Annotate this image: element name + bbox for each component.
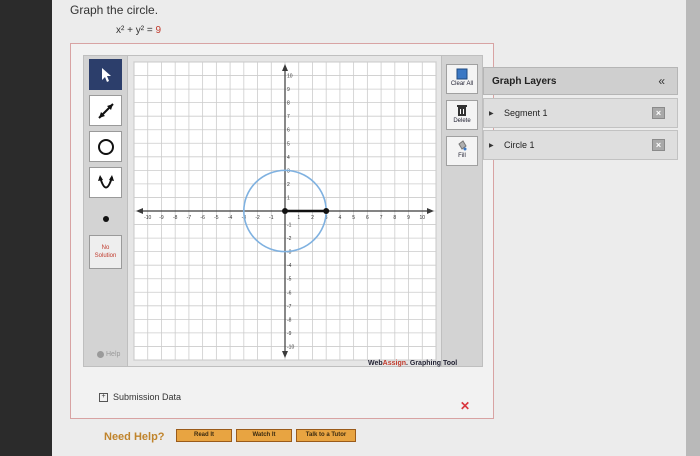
paint-bucket-icon [458, 140, 467, 151]
trash-icon [457, 105, 467, 116]
action-column: Clear All Delete Fill [441, 55, 483, 367]
x-tick-label: 1 [297, 215, 300, 221]
clear-all-button[interactable]: Clear All [446, 64, 478, 94]
expand-arrow-icon[interactable]: ▶ [489, 142, 494, 149]
layer-label: Segment 1 [504, 108, 548, 118]
y-tick-label: -8 [287, 317, 292, 323]
y-tick-label: 5 [287, 141, 290, 147]
x-tick-label: 7 [380, 215, 383, 221]
y-tick-label: 4 [287, 155, 290, 161]
y-tick-label: -4 [287, 263, 292, 269]
y-tick-label: 10 [287, 74, 293, 80]
y-tick-label: -10 [287, 344, 294, 350]
parabola-icon [97, 174, 114, 188]
circle-tool[interactable] [89, 131, 122, 162]
point-tool[interactable] [89, 203, 122, 234]
coordinate-plane[interactable]: -10 -9 -8 -7 -6 -5 -4 -3 -2 -1 1 2 3 4 5 6 7 8 9 1010987654… [128, 56, 442, 366]
segment-endpoint [282, 208, 288, 214]
y-tick-label: -7 [287, 304, 292, 310]
y-tick-label: 8 [287, 101, 290, 107]
y-tick-label: 6 [287, 128, 290, 134]
x-tick-label: -8 [173, 215, 178, 221]
submission-data-label: Submission Data [113, 392, 182, 402]
x-tick-label: 5 [352, 215, 355, 221]
y-tick-label: -6 [287, 290, 292, 296]
layer-item-circle-1[interactable]: ▶ Circle 1 × [483, 130, 678, 160]
layer-item-segment-1[interactable]: ▶ Segment 1 × [483, 98, 678, 128]
y-tick-label: -2 [287, 236, 292, 242]
right-edge [686, 0, 700, 456]
fill-button[interactable]: Fill [446, 136, 478, 166]
segment-endpoint [323, 208, 330, 214]
submission-data-toggle[interactable]: + Submission Data [99, 392, 181, 402]
question-equation: x² + y² = 9 [116, 25, 161, 36]
x-tick-label: -2 [255, 215, 260, 221]
webassign-branding: WebAssign. Graphing Tool [368, 360, 457, 367]
circle-icon [97, 138, 114, 155]
x-tick-label: -5 [214, 215, 219, 221]
close-icon[interactable]: ✕ [460, 399, 470, 413]
delete-layer-icon[interactable]: × [652, 107, 665, 119]
expand-arrow-icon[interactable]: ▶ [489, 110, 494, 117]
no-solution-label-2: Solution [94, 253, 117, 259]
need-help-label: Need Help? [104, 431, 165, 443]
delete-button[interactable]: Delete [446, 100, 478, 130]
left-dark-edge [0, 0, 52, 456]
clear-all-icon [456, 68, 468, 80]
no-solution-button[interactable]: No Solution [89, 235, 122, 269]
segment-icon [97, 102, 114, 119]
clear-all-label: Clear All [450, 81, 474, 87]
help-label: Help [106, 351, 121, 358]
x-tick-label: 6 [366, 215, 369, 221]
y-tick-label: -9 [287, 331, 292, 337]
graph-layers-header: Graph Layers « [483, 67, 678, 95]
x-tick-label: -6 [200, 215, 205, 221]
x-tick-label: 2 [311, 215, 314, 221]
x-tick-label: -7 [187, 215, 192, 221]
brand-assign: Assign [382, 360, 406, 367]
help-link[interactable]: Help [97, 351, 120, 358]
talk-to-tutor-button[interactable]: Talk to a Tutor [296, 429, 356, 442]
brand-tool: . Graphing Tool [406, 360, 458, 367]
layer-label: Circle 1 [504, 140, 535, 150]
x-tick-label: 10 [419, 215, 425, 221]
y-tick-label: 2 [287, 182, 290, 188]
pointer-tool[interactable] [89, 59, 122, 90]
point-icon [102, 215, 109, 222]
collapse-icon[interactable]: « [658, 74, 665, 88]
x-tick-label: -1 [269, 215, 274, 221]
help-icon [97, 351, 104, 358]
parabola-tool[interactable] [89, 167, 122, 198]
y-tick-label: 1 [287, 195, 290, 201]
x-tick-label: -10 [144, 215, 151, 221]
y-tick-label: -1 [287, 223, 292, 229]
x-tick-label: -4 [228, 215, 233, 221]
read-it-button[interactable]: Read It [176, 429, 232, 442]
graph-layers-title: Graph Layers [492, 76, 557, 87]
no-solution-label-1: No [101, 245, 110, 251]
x-tick-label: 9 [407, 215, 410, 221]
x-tick-label: 8 [393, 215, 396, 221]
delete-layer-icon[interactable]: × [652, 139, 665, 151]
expand-plus-icon: + [99, 392, 108, 402]
graph-layers-panel: Graph Layers « ▶ Segment 1 × ▶ Circle 1 … [483, 67, 678, 161]
segment-tool[interactable] [89, 95, 122, 126]
fill-label: Fill [458, 153, 466, 159]
question-title: Graph the circle. [70, 3, 159, 17]
x-tick-label: 4 [339, 215, 342, 221]
y-tick-label: -5 [287, 277, 292, 283]
equation-rhs: 9 [155, 25, 162, 36]
brand-web: Web [368, 360, 383, 367]
watch-it-button[interactable]: Watch It [236, 429, 292, 442]
x-tick-label: -9 [159, 215, 164, 221]
arrow-pointer-icon [101, 67, 111, 82]
y-tick-label: 9 [287, 87, 290, 93]
equation-lhs: x² + y² = [116, 25, 153, 36]
y-tick-label: 7 [287, 114, 290, 120]
delete-label: Delete [453, 118, 471, 124]
graph-area: -10 -9 -8 -7 -6 -5 -4 -3 -2 -1 1 2 3 4 5 6 7 8 9 10 10 9 8 7 6 5 4… [127, 55, 443, 367]
tool-column: No Solution Help [83, 55, 129, 367]
